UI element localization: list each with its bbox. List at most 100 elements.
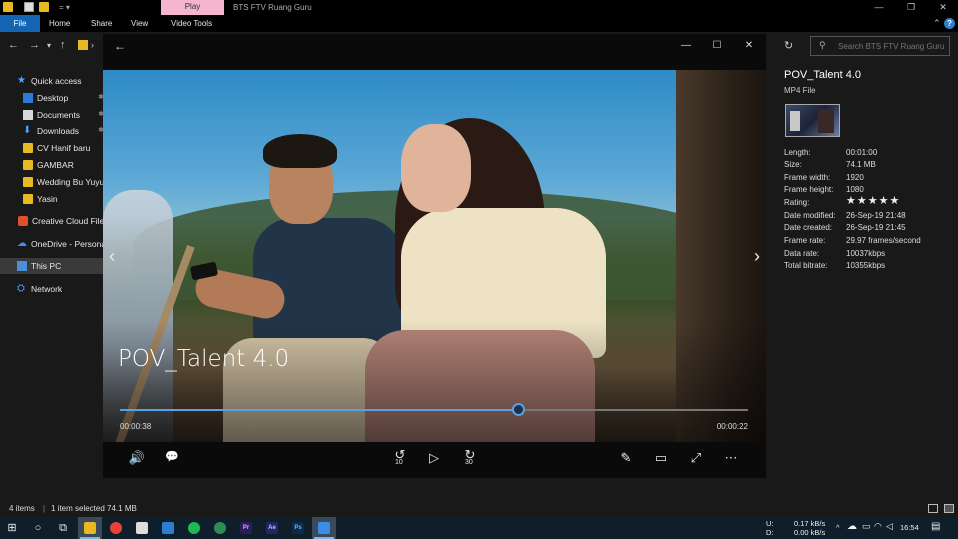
prop-label: Date created: bbox=[784, 223, 833, 232]
play-context-tab[interactable]: Play bbox=[161, 0, 224, 15]
tab-view[interactable]: View bbox=[122, 15, 157, 32]
tab-video-tools[interactable]: Video Tools bbox=[162, 15, 221, 32]
help-icon[interactable]: ? bbox=[944, 18, 955, 29]
address-folder-icon bbox=[78, 40, 88, 50]
taskbar-chrome[interactable] bbox=[104, 517, 128, 539]
explorer-minimize-button[interactable]: — bbox=[864, 0, 894, 15]
sidebar-item-label: Yasin bbox=[37, 194, 58, 204]
notification-icon[interactable]: ▤ bbox=[931, 522, 940, 532]
large-icons-view-button[interactable] bbox=[944, 504, 954, 513]
cloud-tray-icon[interactable]: ☁ bbox=[847, 522, 857, 532]
back-button[interactable]: ← bbox=[8, 39, 19, 51]
taskbar: ⊞ ○ ⧉ Pr Ae Ps U: D: 0.17 kB/s 0.00 kB/s… bbox=[0, 517, 958, 539]
taskbar-photoshop[interactable]: Ps bbox=[286, 517, 310, 539]
sidebar-item-yasin[interactable]: Yasin bbox=[0, 191, 104, 207]
taskbar-camtasia[interactable] bbox=[208, 517, 232, 539]
prop-frame-rate: 29.97 frames/second bbox=[846, 236, 921, 245]
folder-icon bbox=[23, 143, 33, 153]
sidebar-item-documents[interactable]: Documents ✱ bbox=[0, 107, 104, 123]
sidebar-item-label: CV Hanif baru bbox=[37, 143, 91, 153]
tab-home[interactable]: Home bbox=[40, 15, 79, 32]
taskbar-spotify[interactable] bbox=[182, 517, 206, 539]
video-scene bbox=[263, 134, 337, 168]
start-button[interactable]: ⊞ bbox=[0, 517, 24, 539]
prop-total-bitrate: 10355kbps bbox=[846, 261, 886, 270]
network-tray-icon[interactable]: ▭ bbox=[862, 522, 871, 531]
taskbar-file-explorer[interactable] bbox=[78, 517, 102, 539]
next-video-button[interactable]: › bbox=[754, 246, 760, 267]
download-speed: 0.00 kB/s bbox=[794, 528, 826, 537]
prop-label: Total bitrate: bbox=[784, 261, 828, 270]
volume-tray-icon[interactable]: ◁ bbox=[886, 522, 893, 531]
sidebar-item-quick-access[interactable]: ★ Quick access bbox=[0, 73, 104, 89]
file-explorer-icon bbox=[84, 522, 96, 534]
explorer-restore-button[interactable]: ❐ bbox=[896, 0, 926, 15]
task-view-button[interactable]: ⧉ bbox=[51, 517, 75, 539]
explorer-close-button[interactable]: ✕ bbox=[928, 0, 958, 15]
seek-progress bbox=[120, 409, 518, 411]
skip-forward-button[interactable]: ↻ 30 bbox=[459, 448, 481, 469]
up-button[interactable]: ↑ bbox=[60, 39, 66, 51]
edit-icon[interactable]: ✎ bbox=[617, 450, 635, 466]
refresh-button[interactable]: ↻ bbox=[784, 39, 793, 52]
taskbar-photos[interactable] bbox=[156, 517, 180, 539]
fullscreen-icon[interactable]: ⤢ bbox=[687, 450, 705, 466]
sidebar-item-desktop[interactable]: Desktop ✱ bbox=[0, 90, 104, 106]
sidebar-item-label: Wedding Bu Yuyu bbox=[37, 177, 104, 187]
search-button[interactable]: ○ bbox=[26, 517, 50, 539]
search-box[interactable]: ⚲ bbox=[810, 36, 950, 56]
status-bar: 4 items | 1 item selected 74.1 MB bbox=[0, 500, 958, 517]
forward-button[interactable]: → bbox=[29, 39, 40, 51]
remaining-time: 00:00:22 bbox=[716, 422, 748, 431]
properties-icon[interactable] bbox=[24, 2, 34, 12]
subtitles-icon[interactable]: 💬 bbox=[163, 450, 181, 463]
previous-video-button[interactable]: ‹ bbox=[109, 246, 115, 267]
play-icon[interactable]: ▷ bbox=[425, 450, 443, 466]
sidebar-item-downloads[interactable]: ⬇ Downloads ✱ bbox=[0, 123, 104, 139]
sidebar-item-creative-cloud-files[interactable]: Creative Cloud Files bbox=[0, 213, 104, 229]
recent-locations-button[interactable]: ▾ bbox=[47, 41, 51, 50]
tab-file[interactable]: File bbox=[0, 15, 40, 32]
skip-back-button[interactable]: ↺ 10 bbox=[389, 448, 411, 469]
chrome-icon bbox=[110, 522, 122, 534]
desktop-icon bbox=[23, 93, 33, 103]
taskbar-movies-tv[interactable] bbox=[312, 517, 336, 539]
sidebar-item-network[interactable]: ⛭ Network bbox=[0, 281, 104, 297]
seek-thumb[interactable] bbox=[511, 403, 525, 416]
breadcrumb-separator[interactable]: › bbox=[91, 40, 94, 50]
player-minimize-button[interactable]: — bbox=[679, 40, 693, 51]
prop-label: Frame rate: bbox=[784, 236, 826, 245]
search-input[interactable] bbox=[838, 40, 948, 52]
player-close-button[interactable]: ✕ bbox=[742, 40, 756, 51]
ribbon-collapse-button[interactable]: ⌃ bbox=[933, 18, 941, 29]
video-overlay-shade bbox=[103, 320, 766, 442]
tray-overflow-button[interactable]: ^ bbox=[836, 523, 840, 532]
details-view-button[interactable] bbox=[928, 504, 938, 513]
sidebar-item-onedrive[interactable]: ☁ OneDrive - Personal bbox=[0, 236, 104, 252]
more-icon[interactable]: ⋯ bbox=[722, 450, 740, 466]
network-icon: ⛭ bbox=[17, 283, 25, 294]
star-icon: ★ bbox=[17, 75, 26, 86]
wifi-icon[interactable]: ◠ bbox=[874, 522, 882, 531]
onedrive-icon: ☁ bbox=[17, 238, 27, 249]
player-maximize-button[interactable]: ☐ bbox=[710, 40, 724, 51]
player-back-button[interactable]: ← bbox=[114, 39, 126, 53]
video-frame[interactable]: ‹ › bbox=[103, 70, 766, 442]
taskbar-store[interactable] bbox=[130, 517, 154, 539]
video-player-window: ← — ☐ ✕ ‹ › POV_Talent 4.0 00:00:38 00:0… bbox=[103, 34, 766, 478]
sidebar-item-wedding-bu-yuyu[interactable]: Wedding Bu Yuyu bbox=[0, 174, 104, 190]
video-scene bbox=[401, 124, 471, 212]
mini-view-icon[interactable]: ▭ bbox=[652, 450, 670, 466]
taskbar-premiere[interactable]: Pr bbox=[234, 517, 258, 539]
volume-icon[interactable]: 🔊 bbox=[128, 450, 146, 466]
clock[interactable]: 16:54 bbox=[900, 523, 919, 532]
sidebar-item-this-pc[interactable]: This PC bbox=[0, 258, 104, 274]
seek-bar[interactable] bbox=[120, 403, 748, 416]
quick-access-toolbar-dropdown[interactable]: = ▾ bbox=[59, 3, 70, 12]
sidebar-item-cv-hanif-baru[interactable]: CV Hanif baru bbox=[0, 140, 104, 156]
taskbar-after-effects[interactable]: Ae bbox=[260, 517, 284, 539]
rating-stars[interactable]: ★★★★★ bbox=[846, 195, 900, 207]
tab-share[interactable]: Share bbox=[82, 15, 121, 32]
sidebar-item-gambar[interactable]: GAMBAR bbox=[0, 157, 104, 173]
new-folder-icon[interactable] bbox=[39, 2, 49, 12]
